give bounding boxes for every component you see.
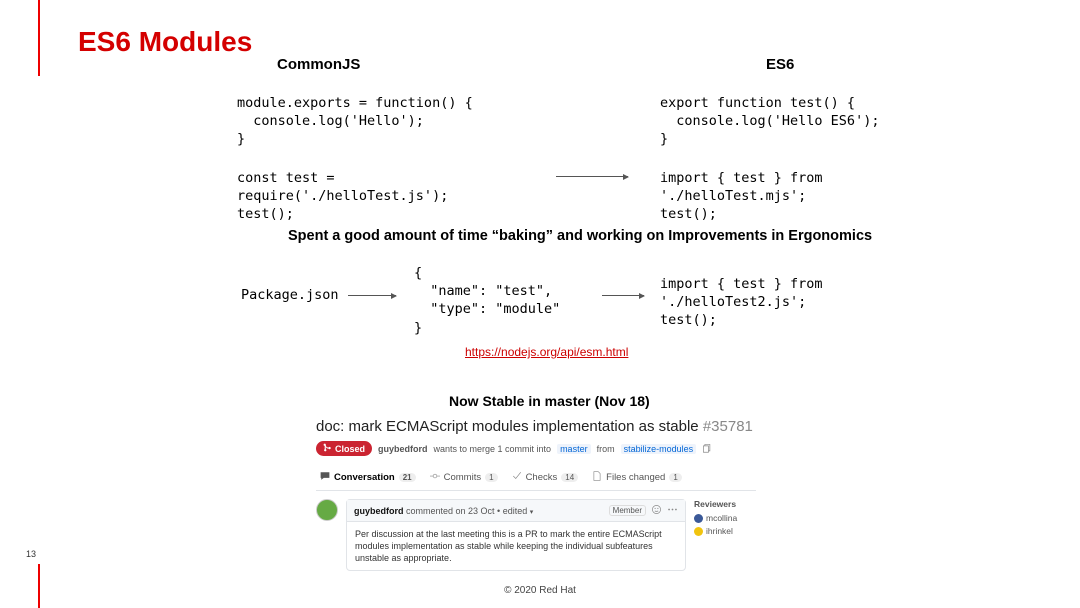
tab-checks[interactable]: Checks 14 (512, 471, 579, 484)
arrow-icon (348, 295, 396, 296)
tab-label: Commits (444, 472, 481, 483)
comment-author[interactable]: guybedford (354, 506, 404, 516)
check-icon (512, 471, 522, 484)
avatar[interactable] (316, 499, 338, 521)
tab-label: Conversation (334, 472, 395, 483)
reviewer-name: mcollina (706, 513, 737, 523)
comment-icon (320, 471, 330, 484)
heading-now-stable: Now Stable in master (Nov 18) (449, 393, 650, 409)
comment-bubble: guybedford commented on 23 Oct • edited … (346, 499, 686, 571)
commit-icon (430, 471, 440, 484)
file-icon (592, 471, 602, 484)
code-es6-export: export function test() { console.log('He… (660, 94, 879, 149)
page-number: 13 (26, 549, 36, 559)
avatar (694, 527, 703, 536)
code-package-json: { "name": "test", "type": "module" } (414, 264, 560, 337)
count-badge: 1 (485, 473, 497, 482)
count-badge: 14 (561, 473, 578, 482)
pr-target-branch[interactable]: master (557, 444, 591, 454)
tab-label: Checks (526, 472, 558, 483)
kebab-icon[interactable] (667, 504, 678, 517)
pr-merge-text-from: from (597, 444, 615, 454)
column-heading-commonjs: CommonJS (277, 56, 360, 73)
tab-label: Files changed (606, 472, 665, 483)
slide-accent-bar-top (38, 0, 40, 76)
copy-icon[interactable] (702, 443, 712, 455)
reviewers-panel: Reviewers mcollina ihrinkel (694, 499, 756, 571)
reviewer-row[interactable]: ihrinkel (694, 526, 756, 536)
column-heading-es6: ES6 (766, 56, 794, 73)
pr-author[interactable]: guybedford (378, 444, 428, 454)
docs-link[interactable]: https://nodejs.org/api/esm.html (465, 345, 628, 359)
status-badge-closed: Closed (316, 441, 372, 456)
reviewers-heading: Reviewers (694, 499, 756, 509)
arrow-icon (602, 295, 644, 296)
comment-body: Per discussion at the last meeting this … (347, 522, 685, 570)
code-es6-import-jsx: import { test } from './helloTest2.js'; … (660, 275, 823, 330)
pr-issue-id: #35781 (703, 418, 753, 435)
tab-conversation[interactable]: Conversation 21 (320, 471, 416, 484)
role-badge: Member (609, 505, 646, 516)
arrow-icon (556, 176, 628, 177)
pr-tabs: Conversation 21 Commits 1 Checks 14 File… (316, 462, 756, 491)
copyright: © 2020 Red Hat (0, 585, 1080, 596)
reviewer-name: ihrinkel (706, 526, 733, 536)
status-badge-label: Closed (335, 444, 365, 454)
avatar (694, 514, 703, 523)
pr-source-branch[interactable]: stabilize-modules (621, 444, 697, 454)
pr-title: doc: mark ECMAScript modules implementat… (316, 418, 756, 435)
page-title: ES6 Modules (78, 26, 252, 58)
label-package-json: Package.json (241, 287, 339, 303)
smiley-icon[interactable] (651, 504, 662, 517)
github-pr-card: doc: mark ECMAScript modules implementat… (316, 418, 756, 571)
tab-commits[interactable]: Commits 1 (430, 471, 498, 484)
chevron-down-icon[interactable]: ▾ (530, 509, 534, 516)
comment-header-left: guybedford commented on 23 Oct • edited … (354, 506, 533, 516)
git-merge-icon (323, 443, 332, 454)
count-badge: 21 (399, 473, 416, 482)
pr-meta-row: Closed guybedford wants to merge 1 commi… (316, 441, 756, 456)
tab-files[interactable]: Files changed 1 (592, 471, 682, 484)
reviewer-row[interactable]: mcollina (694, 513, 756, 523)
code-commonjs-import: const test = require('./helloTest.js'); … (237, 169, 448, 224)
pr-merge-text-mid: wants to merge 1 commit into (434, 444, 552, 454)
count-badge: 1 (669, 473, 681, 482)
pr-title-text: doc: mark ECMAScript modules implementat… (316, 418, 699, 435)
comment-meta: commented on 23 Oct • edited (406, 506, 527, 516)
code-commonjs-export: module.exports = function() { console.lo… (237, 94, 473, 149)
code-es6-import: import { test } from './helloTest.mjs'; … (660, 169, 823, 224)
caption-baking: Spent a good amount of time “baking” and… (288, 228, 872, 244)
